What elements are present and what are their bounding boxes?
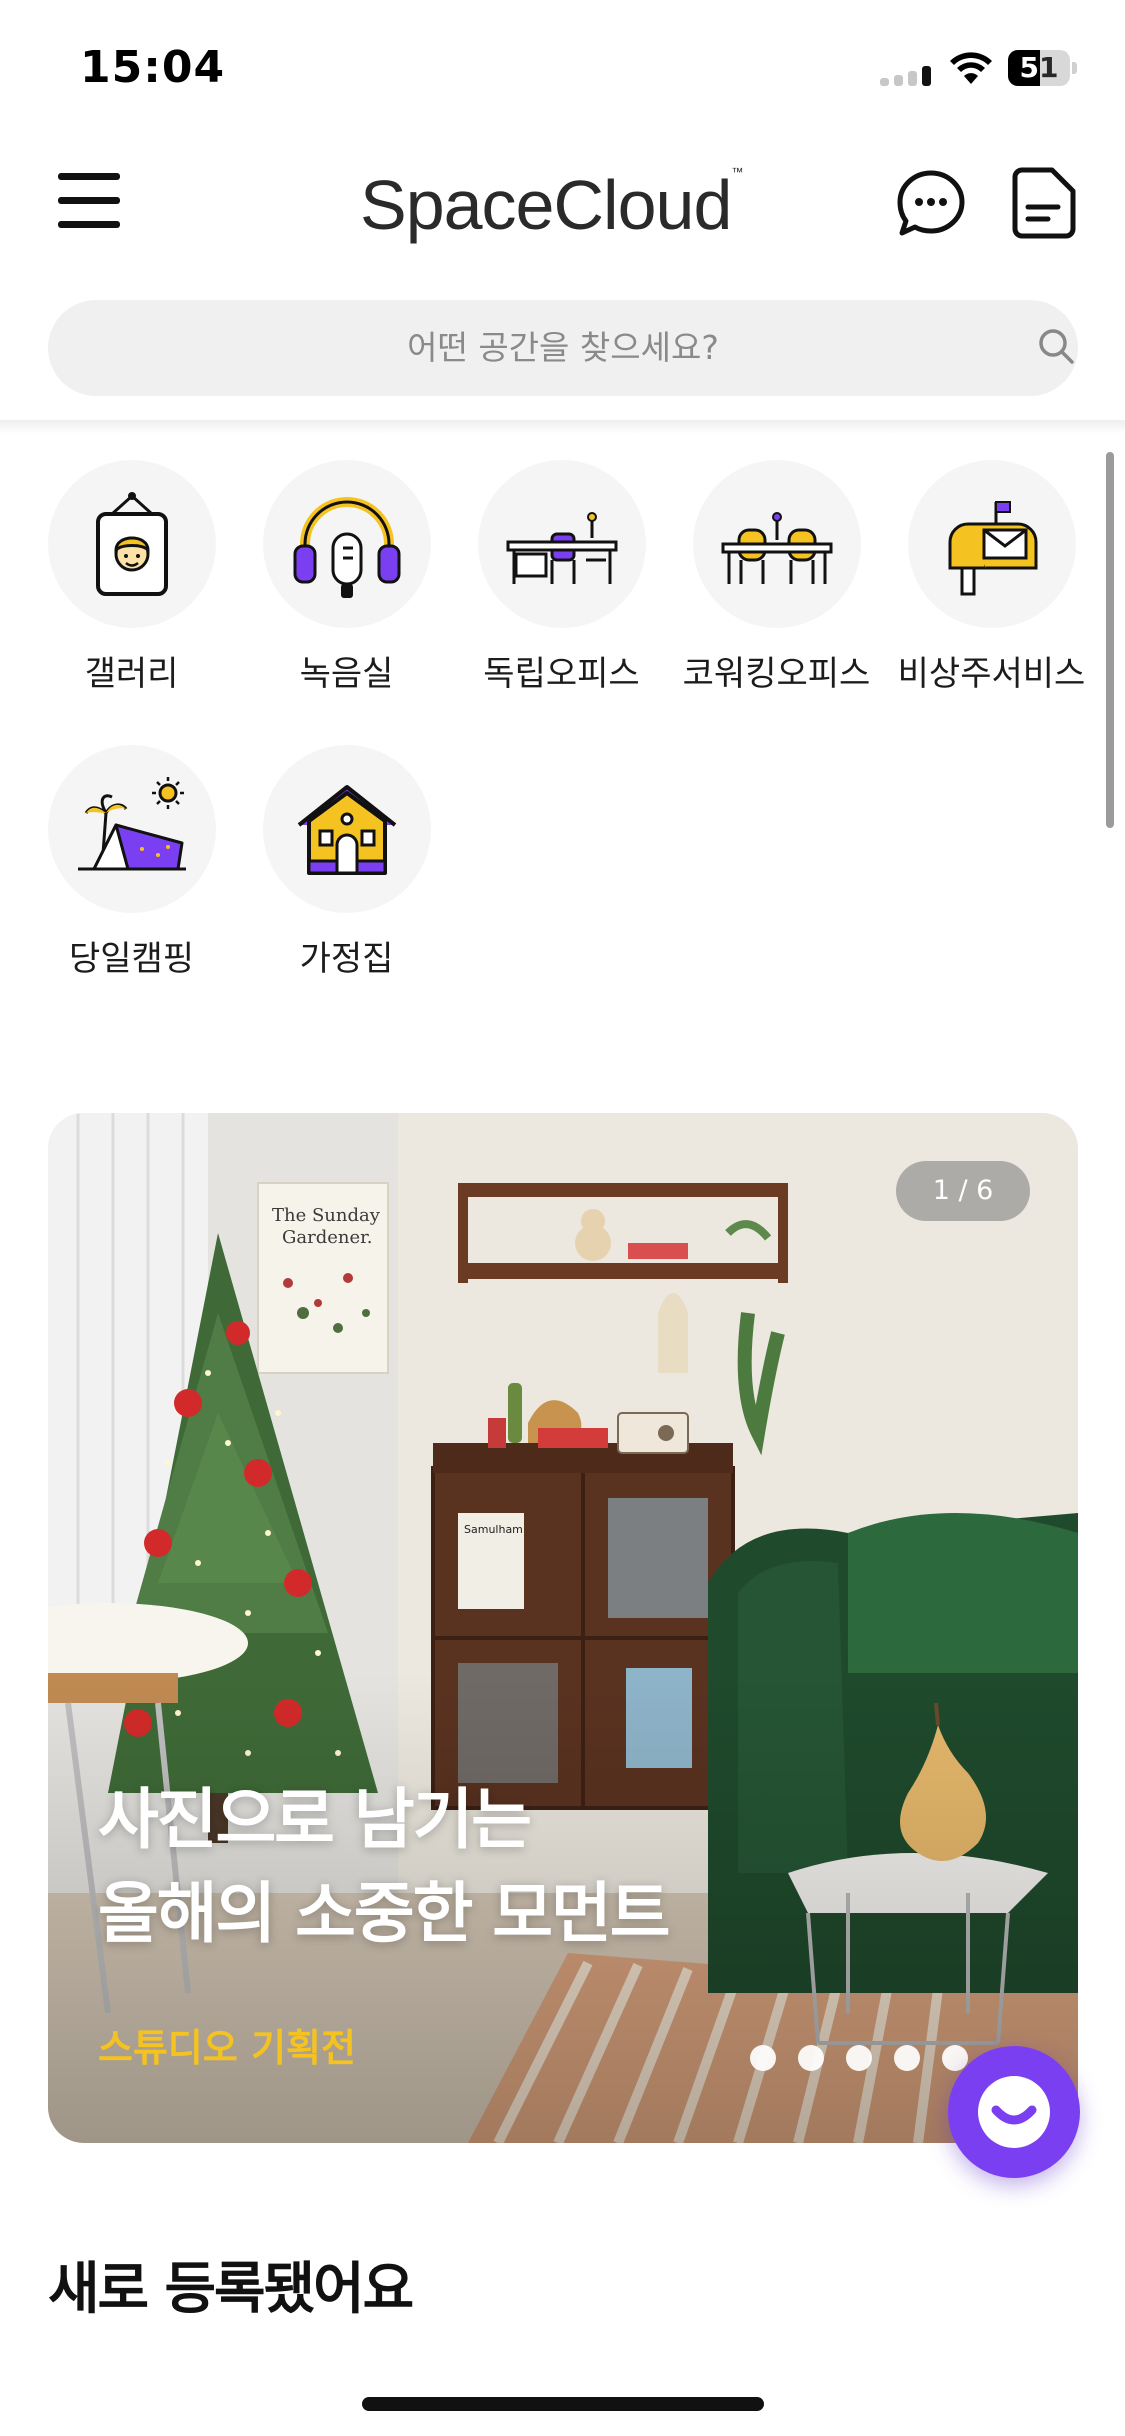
poster-text-1: The Sunday xyxy=(272,1205,381,1226)
status-time: 15:04 xyxy=(80,42,226,93)
carousel-dot[interactable] xyxy=(894,2045,920,2071)
search-icon[interactable] xyxy=(1036,326,1076,366)
section-title: 새로 등록됐어요 xyxy=(48,2257,414,2322)
headphones-mic-icon xyxy=(293,497,400,598)
battery-icon: 51 xyxy=(1008,50,1077,86)
category-label: 녹음실 xyxy=(299,654,394,694)
category-icon-bg xyxy=(692,460,861,628)
banner-title: 사진으로 남기는 올해의 소중한 모먼트 xyxy=(98,1773,670,1961)
category-label: 가정집 xyxy=(299,939,394,979)
battery-level: 51 xyxy=(1019,51,1059,84)
search-input[interactable]: 어떤 공간을 찾으세요? xyxy=(48,300,1078,396)
banner-title-line-1: 사진으로 남기는 xyxy=(98,1781,532,1858)
category-label: 당일캠핑 xyxy=(68,939,195,979)
category-label: 비상주서비스 xyxy=(897,654,1086,694)
category-icon-bg xyxy=(262,745,431,913)
house-icon xyxy=(297,785,396,875)
category-day-camping[interactable]: 당일캠핑 xyxy=(24,745,239,980)
chat-bubble-icon[interactable] xyxy=(896,169,966,239)
category-house[interactable]: 가정집 xyxy=(239,745,454,980)
category-virtual-office[interactable]: 비상주서비스 xyxy=(884,460,1099,695)
chat-support-button[interactable] xyxy=(948,2046,1080,2178)
category-recording-studio[interactable]: 녹음실 xyxy=(239,460,454,695)
category-icon-bg xyxy=(262,460,431,628)
carousel-dot[interactable] xyxy=(750,2045,776,2071)
logo-text: SpaceCloud xyxy=(360,166,732,244)
poster-text-2: Gardener. xyxy=(282,1227,372,1248)
book-label: Samulham xyxy=(464,1523,523,1536)
search-placeholder: 어떤 공간을 찾으세요? xyxy=(407,328,719,367)
wifi-icon xyxy=(950,52,992,84)
category-label: 갤러리 xyxy=(84,654,179,694)
cellular-signal-icon xyxy=(880,66,934,86)
carousel-dot[interactable] xyxy=(798,2045,824,2071)
home-indicator[interactable] xyxy=(362,2397,764,2411)
category-gallery[interactable]: 갤러리 xyxy=(24,460,239,695)
app-header: SpaceCloud™ xyxy=(0,135,1125,275)
banner-counter: 1 / 6 xyxy=(896,1161,1030,1221)
menu-icon[interactable] xyxy=(58,173,122,229)
smile-chat-icon xyxy=(991,2105,1037,2125)
category-coworking-office[interactable]: 코워킹오피스 xyxy=(669,460,884,695)
category-icon-bg xyxy=(907,460,1076,628)
gallery-frame-icon xyxy=(95,492,168,596)
mailbox-icon xyxy=(948,501,1037,596)
category-label: 독립오피스 xyxy=(483,654,640,694)
banner-subtitle: 스튜디오 기획전 xyxy=(98,2026,356,2070)
category-private-office[interactable]: 독립오피스 xyxy=(454,460,669,695)
scrollbar[interactable] xyxy=(1106,452,1114,828)
category-label: 코워킹오피스 xyxy=(682,654,871,694)
category-icon-bg xyxy=(477,460,646,628)
banner-photo: The Sunday Gardener. Samulham xyxy=(48,1113,1078,2143)
status-bar: 15:04 51 xyxy=(0,0,1125,135)
logo-trademark: ™ xyxy=(731,165,743,179)
carousel-dots xyxy=(750,2045,990,2073)
category-icon-bg xyxy=(47,460,216,628)
category-icon-bg xyxy=(47,745,216,913)
camping-tent-icon xyxy=(77,777,186,871)
coworking-desk-icon xyxy=(721,512,832,584)
app-logo[interactable]: SpaceCloud™ xyxy=(360,165,743,245)
office-desk-icon xyxy=(506,512,617,584)
promo-banner[interactable]: The Sunday Gardener. Samulham 1 / 6 사진으로… xyxy=(48,1113,1078,2143)
carousel-dot[interactable] xyxy=(846,2045,872,2071)
document-icon[interactable] xyxy=(1012,167,1076,239)
banner-title-line-2: 올해의 소중한 모먼트 xyxy=(98,1875,670,1952)
header-shadow xyxy=(0,420,1125,434)
